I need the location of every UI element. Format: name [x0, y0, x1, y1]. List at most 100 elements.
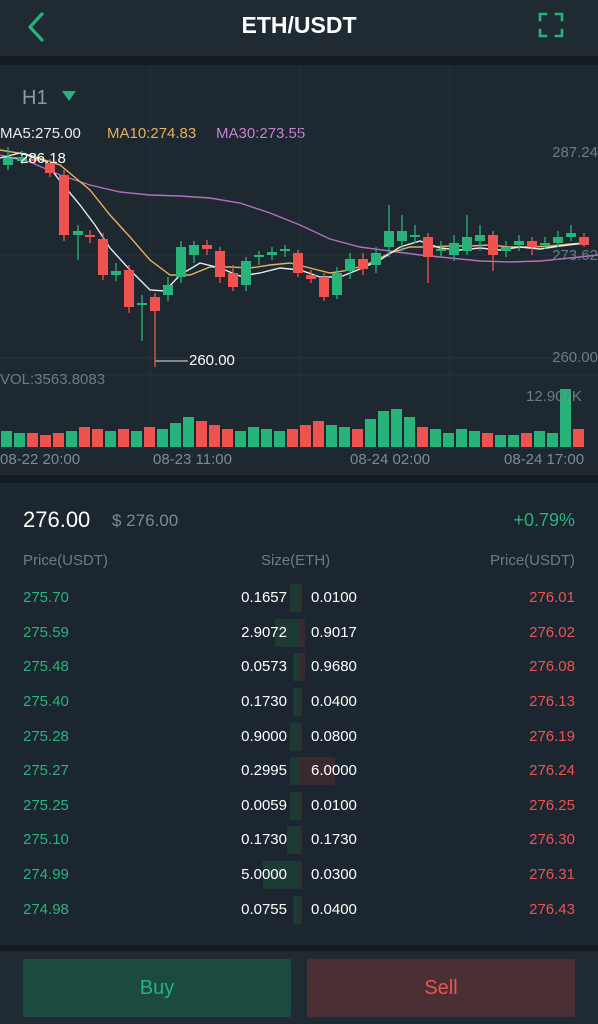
volume-bar — [1, 431, 12, 447]
candle-body — [488, 235, 498, 255]
orderbook-row[interactable]: 274.99 5.0000 0.0300 276.31 — [0, 858, 598, 892]
bid-price[interactable]: 275.28 — [23, 728, 69, 745]
bid-depth-bar — [290, 584, 299, 612]
volume-bar — [66, 431, 77, 447]
high-price-label: 286.18 — [20, 150, 66, 167]
header-bar: ETH/USDT — [0, 0, 598, 56]
ask-price[interactable]: 276.43 — [529, 901, 575, 918]
candle-body — [176, 247, 186, 277]
ask-price[interactable]: 276.30 — [529, 831, 575, 848]
orderbook-row[interactable]: 275.70 0.1657 0.0100 276.01 — [0, 581, 598, 615]
volume-bar — [443, 433, 454, 447]
candle-body — [397, 231, 407, 241]
ask-price[interactable]: 276.02 — [529, 624, 575, 641]
candle-body — [449, 243, 459, 255]
candles-group — [3, 147, 589, 367]
bid-price[interactable]: 275.10 — [23, 831, 69, 848]
ask-size: 0.0800 — [311, 728, 357, 745]
candle-body — [540, 243, 550, 245]
ask-price[interactable]: 276.24 — [529, 762, 575, 779]
bid-depth-bar — [290, 757, 299, 785]
ask-price[interactable]: 276.13 — [529, 693, 575, 710]
candle-body — [98, 239, 108, 275]
divider — [0, 475, 598, 483]
orderbook-row[interactable]: 275.40 0.1730 0.0400 276.13 — [0, 685, 598, 719]
ask-price[interactable]: 276.31 — [529, 866, 575, 883]
volume-bar — [352, 429, 363, 447]
ask-depth-bar — [299, 861, 302, 889]
volume-bar — [196, 421, 207, 447]
ma30-line — [0, 154, 598, 263]
bid-price[interactable]: 275.48 — [23, 658, 69, 675]
candle-body — [59, 175, 69, 235]
y-axis-label: 273.62 — [552, 247, 598, 264]
fullscreen-button[interactable] — [537, 11, 565, 39]
y-axis-label: 260.00 — [552, 349, 598, 366]
volume-bar — [131, 431, 142, 447]
bid-price[interactable]: 275.27 — [23, 762, 69, 779]
bid-depth-bar — [287, 826, 299, 854]
candle-body — [475, 235, 485, 241]
bid-size: 0.1657 — [241, 589, 287, 606]
volume-bar — [404, 417, 415, 447]
candle-body — [371, 253, 381, 265]
ask-price[interactable]: 276.25 — [529, 797, 575, 814]
orderbook-row[interactable]: 275.25 0.0059 0.0100 276.25 — [0, 789, 598, 823]
candle-body — [462, 237, 472, 251]
bid-price[interactable]: 275.25 — [23, 797, 69, 814]
candle-body — [553, 237, 563, 243]
candle-body — [3, 158, 13, 165]
bid-price[interactable]: 275.70 — [23, 589, 69, 606]
bid-size: 0.2995 — [241, 762, 287, 779]
orderbook-row[interactable]: 275.48 0.0573 0.9680 276.08 — [0, 650, 598, 684]
orderbook-row[interactable]: 275.28 0.9000 0.0800 276.19 — [0, 720, 598, 754]
bid-size: 0.9000 — [241, 728, 287, 745]
ask-size: 0.0100 — [311, 589, 357, 606]
volume-bar — [105, 431, 116, 447]
candle-body — [384, 231, 394, 247]
bid-size: 0.1730 — [241, 831, 287, 848]
volume-bar — [79, 427, 90, 447]
volume-bar — [378, 411, 389, 447]
volume-bar — [534, 431, 545, 447]
orderbook-row[interactable]: 275.59 2.9072 0.9017 276.02 — [0, 616, 598, 650]
x-axis-label: 08-24 02:00 — [350, 451, 431, 468]
volume-bar — [482, 433, 493, 447]
candle-body — [501, 247, 511, 251]
ask-size: 0.9680 — [311, 658, 357, 675]
ask-size: 6.0000 — [311, 762, 357, 779]
bid-size: 0.0059 — [241, 797, 287, 814]
candle-body — [111, 271, 121, 275]
orderbook-row[interactable]: 274.98 0.0755 0.0400 276.43 — [0, 893, 598, 927]
last-price: 276.00 — [23, 507, 91, 532]
candle-body — [241, 261, 251, 285]
low-price-label: 260.00 — [189, 352, 235, 369]
ask-price-header: Price(USDT) — [490, 552, 575, 569]
ask-price[interactable]: 276.19 — [529, 728, 575, 745]
bid-price[interactable]: 274.98 — [23, 901, 69, 918]
bid-price[interactable]: 274.99 — [23, 866, 69, 883]
volume-bar — [248, 427, 259, 447]
ask-depth-bar — [299, 826, 302, 854]
bid-price[interactable]: 275.59 — [23, 624, 69, 641]
candle-body — [358, 259, 368, 269]
sell-button[interactable]: Sell — [307, 959, 575, 1017]
candle-body — [202, 245, 212, 249]
candle-body — [137, 303, 147, 305]
volume-bar — [183, 417, 194, 447]
orderbook-row[interactable]: 275.10 0.1730 0.1730 276.30 — [0, 823, 598, 857]
ask-size: 0.0400 — [311, 693, 357, 710]
volume-bar — [430, 429, 441, 447]
ask-price[interactable]: 276.08 — [529, 658, 575, 675]
ma10-line — [0, 149, 586, 276]
bid-price[interactable]: 275.40 — [23, 693, 69, 710]
volume-bar — [508, 435, 519, 447]
ask-depth-bar — [299, 723, 302, 751]
volume-bar — [287, 429, 298, 447]
candle-body — [85, 235, 95, 237]
orderbook-row[interactable]: 275.27 0.2995 6.0000 276.24 — [0, 754, 598, 788]
volume-bar — [547, 433, 558, 447]
ask-price[interactable]: 276.01 — [529, 589, 575, 606]
bid-size: 0.1730 — [241, 693, 287, 710]
buy-button[interactable]: Buy — [23, 959, 291, 1017]
